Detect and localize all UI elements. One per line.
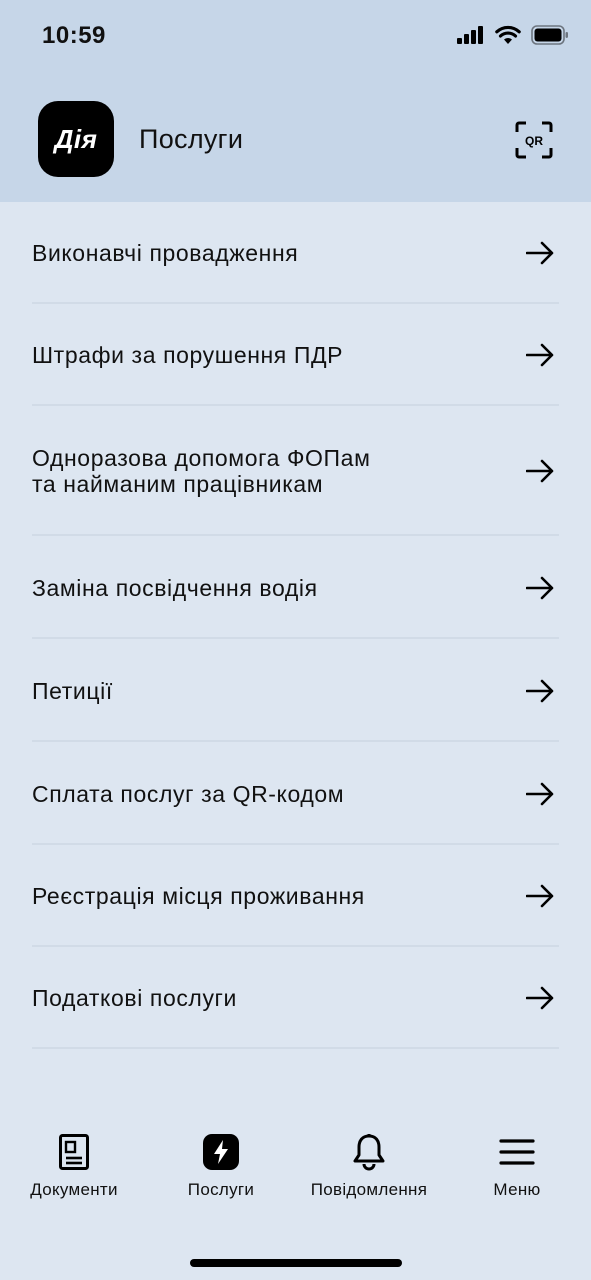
qr-scan-icon: QR: [515, 121, 553, 159]
service-item[interactable]: Податкові послуги: [0, 947, 591, 1049]
page-title: Послуги: [139, 124, 244, 154]
arrow-right-icon: [526, 782, 554, 805]
service-item[interactable]: Одноразова допомога ФОПам та найманим пр…: [0, 406, 591, 536]
arrow-right-icon: [526, 884, 554, 908]
tab-label: Меню: [493, 1180, 541, 1199]
app-logo: Дія: [38, 101, 114, 177]
service-item[interactable]: Петиції: [0, 639, 591, 742]
home-indicator[interactable]: [190, 1259, 402, 1267]
arrow-right-icon: [526, 986, 554, 1010]
service-item[interactable]: Виконавчі провадження: [0, 202, 591, 304]
tab-documents[interactable]: Документи: [14, 1130, 134, 1210]
wifi-icon: [495, 25, 521, 44]
service-item[interactable]: Сплата послуг за QR-кодом: [0, 742, 591, 845]
tab-label: Послуги: [187, 1180, 255, 1199]
status-time: 10:59: [42, 22, 106, 49]
battery-icon: [531, 25, 568, 45]
qr-label: QR: [525, 134, 543, 148]
cellular-signal-icon: [457, 26, 483, 44]
service-label: Одноразова допомога ФОПам та найманим пр…: [32, 445, 371, 497]
arrow-right-icon: [526, 241, 554, 265]
service-item[interactable]: Заміна посвідчення водія: [0, 536, 591, 639]
tab-notifications[interactable]: Повідомлення: [300, 1130, 438, 1210]
arrow-right-icon: [526, 343, 554, 367]
arrow-right-icon: [526, 679, 554, 702]
service-label: Виконавчі провадження: [32, 240, 299, 266]
menu-icon: [499, 1130, 535, 1174]
status-bar: 10:59: [0, 0, 591, 74]
service-label: Заміна посвідчення водія: [32, 574, 318, 601]
service-label: Петиції: [32, 677, 113, 704]
divider: [32, 1047, 559, 1049]
tab-label: Документи: [30, 1180, 118, 1199]
service-item[interactable]: Штрафи за порушення ПДР: [0, 304, 591, 406]
logo-text: Дія: [54, 123, 98, 154]
tab-menu[interactable]: Меню: [472, 1130, 562, 1210]
arrow-right-icon: [526, 576, 554, 599]
document-icon: [59, 1130, 89, 1174]
arrow-right-icon: [526, 459, 554, 483]
service-label: Податкові послуги: [32, 985, 237, 1011]
status-icons: [457, 25, 569, 45]
service-label: Сплата послуг за QR-кодом: [32, 780, 345, 807]
qr-scan-button[interactable]: QR: [515, 121, 553, 159]
service-item[interactable]: Реєстрація місця проживання: [0, 845, 591, 947]
tab-services[interactable]: Послуги: [166, 1130, 276, 1210]
services-list: Виконавчі провадження Штрафи за порушенн…: [0, 202, 591, 1049]
bell-icon: [352, 1130, 386, 1174]
service-label: Реєстрація місця проживання: [32, 883, 365, 909]
lightning-icon: [203, 1130, 239, 1174]
bottom-tab-bar: Документи Послуги Повідомлення Меню: [0, 1130, 591, 1220]
service-label: Штрафи за порушення ПДР: [32, 342, 344, 368]
app-header: Дія Послуги QR: [0, 100, 591, 180]
tab-label: Повідомлення: [310, 1180, 428, 1199]
